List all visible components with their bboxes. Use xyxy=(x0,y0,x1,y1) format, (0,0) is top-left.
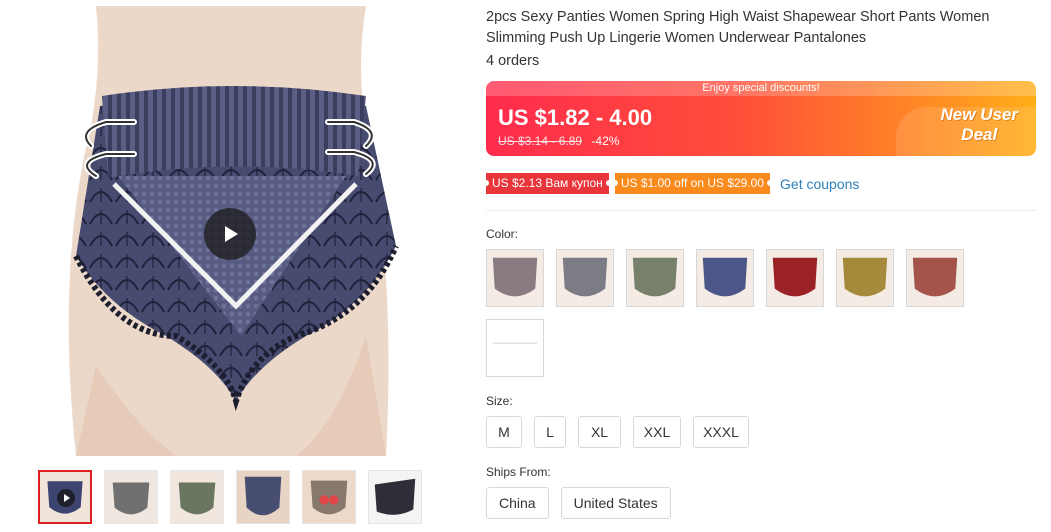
swatch-product-shape xyxy=(772,257,818,297)
size-options: M L XL XXL XXXL xyxy=(486,416,749,448)
thumbnail-6[interactable] xyxy=(368,470,422,524)
color-label: Color: xyxy=(486,227,519,241)
size-option[interactable]: XL xyxy=(578,416,621,448)
ships-from-option[interactable]: United States xyxy=(560,487,671,519)
ships-from-option[interactable]: China xyxy=(486,487,549,519)
thumbnail-3[interactable] xyxy=(170,470,224,524)
swatch-product-shape xyxy=(702,257,748,297)
color-swatch-red[interactable] xyxy=(766,249,824,307)
swatch-product-shape xyxy=(492,257,538,297)
badge-line-2: Deal xyxy=(961,125,998,144)
thumbnail-strip xyxy=(38,470,422,524)
color-swatch-grey-pink[interactable] xyxy=(486,249,544,307)
orders-count: 4 orders xyxy=(486,53,540,69)
thumb-product-shape xyxy=(244,476,282,516)
coupon-row: US $2.13 Вам купон US $1.00 off on US $2… xyxy=(483,173,859,194)
thumbnail-5[interactable] xyxy=(302,470,356,524)
price-banner: Enjoy special discounts! US $1.82 - 4.00… xyxy=(486,81,1036,156)
get-coupons-link[interactable]: Get coupons xyxy=(780,176,859,192)
color-swatch-blue[interactable] xyxy=(696,249,754,307)
color-swatch-yellow[interactable] xyxy=(836,249,894,307)
thumb-product-shape xyxy=(178,482,216,515)
swatch-product-shape xyxy=(842,257,888,297)
new-user-deal-badge: New User Deal xyxy=(941,105,1018,145)
color-swatch-grey[interactable] xyxy=(556,249,614,307)
size-option[interactable]: XXL xyxy=(633,416,681,448)
size-option[interactable]: XXXL xyxy=(693,416,749,448)
play-icon xyxy=(57,489,75,507)
thumbnail-1[interactable] xyxy=(38,470,92,524)
ships-from-options: China United States xyxy=(486,487,671,519)
main-product-image[interactable] xyxy=(36,6,419,456)
thumbnail-2[interactable] xyxy=(104,470,158,524)
thumb-product-shape xyxy=(310,480,348,515)
swatch-product-shape xyxy=(632,257,678,297)
original-price: US $3.14 - 6.89 xyxy=(498,134,583,148)
size-option[interactable]: L xyxy=(534,416,566,448)
discount-banner-text: Enjoy special discounts! xyxy=(486,81,1036,96)
original-price-row: US $3.14 - 6.89 -42% xyxy=(498,134,619,148)
thumbnail-4[interactable] xyxy=(236,470,290,524)
thumb-product-shape xyxy=(112,482,150,515)
thumb-product-shape xyxy=(374,478,416,515)
current-price: US $1.82 - 4.00 xyxy=(498,105,653,130)
coupon-badge[interactable]: US $2.13 Вам купон xyxy=(483,173,612,194)
color-swatch-green[interactable] xyxy=(626,249,684,307)
coupon-badge[interactable]: US $1.00 off on US $29.00 xyxy=(611,173,774,194)
ships-from-label: Ships From: xyxy=(486,465,551,479)
swatch-product-shape xyxy=(562,257,608,297)
size-option[interactable]: M xyxy=(486,416,522,448)
play-icon xyxy=(225,226,238,242)
divider xyxy=(486,210,1036,211)
play-video-button[interactable] xyxy=(204,208,256,260)
color-swatch-blank[interactable] xyxy=(486,319,544,377)
swatch-product-shape xyxy=(912,257,958,297)
size-label: Size: xyxy=(486,394,513,408)
badge-line-1: New User xyxy=(940,105,1018,124)
color-swatch-brick[interactable] xyxy=(906,249,964,307)
discount-percent: -42% xyxy=(591,134,620,148)
product-title: 2pcs Sexy Panties Women Spring High Wais… xyxy=(486,9,990,46)
